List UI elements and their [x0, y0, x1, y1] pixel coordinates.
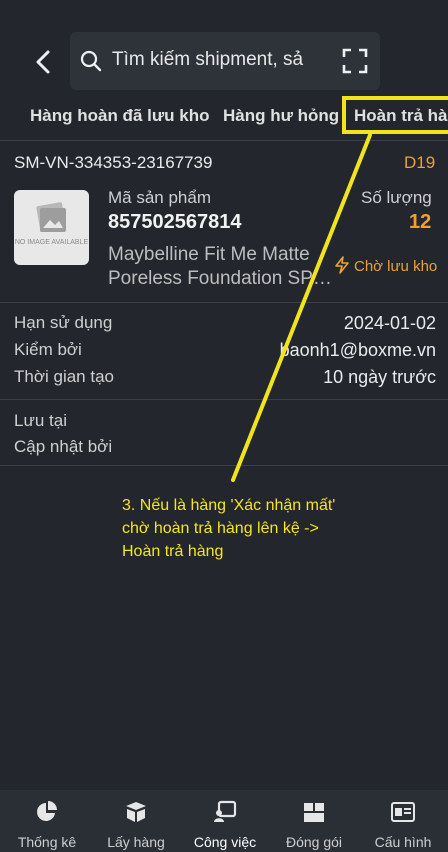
id-card-icon — [391, 802, 415, 822]
nav-item-statistics[interactable]: Thống kê — [12, 790, 82, 852]
annotation-arrow — [231, 133, 372, 482]
bottom-nav: Thống kê Lấy hàng Công việc Đóng gói Cấu… — [0, 790, 448, 852]
package-icon — [304, 803, 324, 822]
pie-chart-icon — [37, 801, 57, 821]
nav-item-settings[interactable]: Cấu hình — [368, 790, 438, 852]
nav-item-picking[interactable]: Lấy hàng — [101, 790, 171, 852]
nav-label: Cấu hình — [374, 834, 432, 850]
nav-item-tasks[interactable]: Công việc — [190, 790, 260, 852]
annotation-text: 3. Nếu là hàng 'Xác nhận mất' chờ hoàn t… — [122, 497, 336, 560]
box-icon — [126, 802, 146, 822]
task-board-icon — [214, 800, 237, 822]
nav-item-packing[interactable]: Đóng gói — [279, 790, 349, 852]
